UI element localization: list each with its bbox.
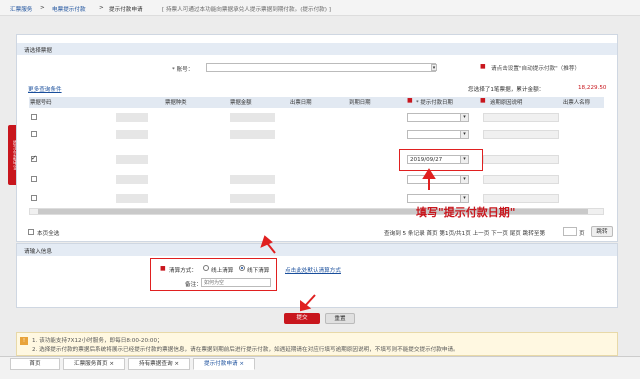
tab-item[interactable]: 汇票服务首页 × (63, 358, 125, 370)
close-icon[interactable]: × (239, 361, 244, 367)
tab-item[interactable]: 持有票据查询 × (128, 358, 190, 370)
annotation-arrows (260, 168, 436, 312)
tab-label: 汇票服务首页 (73, 361, 108, 367)
close-icon[interactable]: × (174, 361, 179, 367)
annotation-text: 填写"提示付款日期" (416, 206, 516, 219)
close-icon[interactable]: × (109, 361, 114, 367)
tab-label: 持有票据查询 (138, 361, 173, 367)
tab-label: 提示付款申请 (203, 361, 238, 367)
tab-label: 首页 (29, 361, 41, 367)
tab-item[interactable]: 首页 (10, 358, 60, 370)
tab-item[interactable]: 提示付款申请 × (193, 358, 255, 370)
